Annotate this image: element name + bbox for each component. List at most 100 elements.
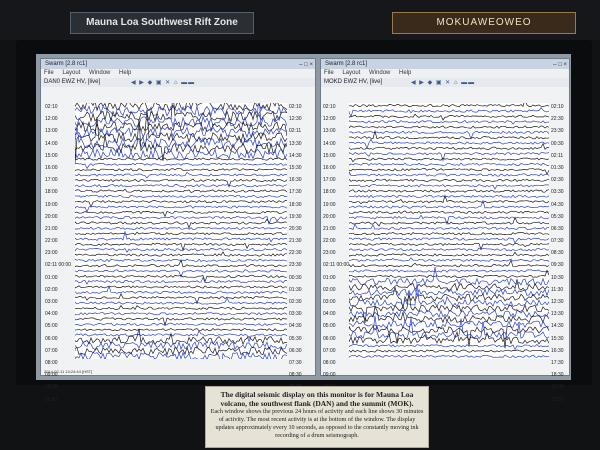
time-tick-label: 17:30 [551,359,564,366]
time-tick-label: 16:00 [45,164,58,171]
time-tick-label: 07:30 [551,238,564,245]
window-controls[interactable]: – □ × [553,60,567,70]
time-tick-label: 18:30 [289,201,302,208]
window-maximize-icon[interactable]: □ [304,62,308,68]
window-titlebar[interactable]: Swarm [2.8 rc1] – □ × [321,59,569,69]
window-title: Swarm [2.8 rc1] [325,61,368,67]
seismic-trace-line [75,103,287,128]
channel-toolbar: DAN0 EWZ HV, [live] ◀ ▶ ◆ ▣ ✕ ⌂ ▬▬ [41,78,315,87]
toolbar-tools-icon[interactable]: ◀ ▶ ◆ ▣ ✕ ⌂ ▬▬ [411,79,475,88]
menu-file[interactable]: File [324,70,334,76]
time-tick-label: 14:30 [551,323,564,330]
toolbar-tools-icon[interactable]: ◀ ▶ ◆ ▣ ✕ ⌂ ▬▬ [131,79,195,88]
time-tick-label: 06:30 [551,225,564,232]
seismic-trace-line [75,162,287,170]
time-tick-label: 12:00 [323,116,336,123]
seismic-trace-line [349,194,549,205]
time-tick-label: 08:00 [45,359,58,366]
seismic-trace-line [75,184,287,188]
seismic-trace-line [349,222,549,230]
seismic-trace-line [75,317,287,327]
time-tick-label: 02:10 [323,104,336,110]
time-tick-label: 14:00 [323,140,336,147]
time-tick-label: 10:30 [551,274,564,281]
time-tick-label: 13:00 [45,128,58,135]
time-tick-label: 15:00 [45,152,58,159]
seismic-trace-line [349,189,549,193]
time-tick-label: 15:30 [289,164,302,171]
time-tick-label: 22:30 [551,116,564,123]
seismic-trace-line [75,194,287,198]
seismic-trace-line [75,168,287,172]
seismic-trace-line [75,285,287,289]
menu-window[interactable]: Window [369,70,390,76]
seismic-trace-line [349,305,549,324]
time-tick-label: 20:30 [551,396,564,403]
swarm-window-dan[interactable]: Swarm [2.8 rc1] – □ × File Layout Window… [40,58,316,403]
time-tick-label: 21:30 [289,238,302,245]
time-tick-label: 13:00 [323,128,336,135]
seismic-trace-line [349,210,549,214]
window-close-icon[interactable]: × [563,62,567,68]
time-tick-label: 18:00 [323,189,336,196]
window-minimize-icon[interactable]: – [553,62,556,68]
time-axis-left: 02:10 12:00 13:00 14:00 15:00 16:00 17:00 18:00… [323,101,349,406]
seismic-trace-line [75,157,287,161]
seismic-trace-line [75,242,287,252]
swarm-window-mok[interactable]: Swarm [2.8 rc1] – □ × File Layout Window… [320,58,570,403]
seismic-trace-line [75,231,287,236]
seismic-trace-line [75,230,287,243]
channel-toolbar: MOKD EWZ HV, [live] ◀ ▶ ◆ ▣ ✕ ⌂ ▬▬ [321,78,569,87]
time-tick-label: 19:30 [289,213,302,220]
seismic-trace-line [349,237,549,244]
menu-file[interactable]: File [44,70,54,76]
time-tick-label: 12:30 [289,116,302,123]
seismic-trace-line [349,354,549,358]
window-controls[interactable]: – □ × [299,60,313,70]
time-tick-label: 09:30 [551,262,564,269]
menu-window[interactable]: Window [89,70,110,76]
time-axis-right: 02:10 22:30 23:30 00:30 02:11 01:30 02:30 03:30… [551,101,564,406]
window-titlebar[interactable]: Swarm [2.8 rc1] – □ × [41,59,315,69]
seismic-trace-line [75,188,287,194]
time-tick-label: 15:00 [323,152,336,159]
time-tick-label: 06:00 [45,335,58,342]
seismic-trace-line [75,251,287,257]
menu-bar: File Layout Window Help [41,69,315,78]
window-maximize-icon[interactable]: □ [558,62,562,68]
time-tick-label: 03:00 [323,299,336,305]
time-tick-label: 14:30 [289,152,302,159]
menu-help[interactable]: Help [399,70,411,76]
window-close-icon[interactable]: × [309,62,313,68]
time-tick-label: 18:30 [551,372,564,379]
menu-layout[interactable]: Layout [62,70,80,76]
seismic-trace-line [349,171,549,177]
time-tick-label: 05:30 [551,213,564,220]
menu-help[interactable]: Help [119,70,131,76]
caption-body: Each window shows the previous 24 hours … [210,408,424,439]
menu-bar: File Layout Window Help [321,69,569,78]
time-tick-label: 02:11 00:00 [323,262,350,269]
time-tick-label: 23:30 [289,262,302,269]
time-tick-label: 02:11 [289,128,302,135]
menu-layout[interactable]: Layout [342,70,360,76]
seismic-trace-line [349,178,549,183]
channel-label: DAN0 EWZ HV, [live] [44,79,101,85]
seismic-trace-line [75,322,287,326]
seismic-trace-line [75,205,287,213]
window-minimize-icon[interactable]: – [299,62,302,68]
time-axis-right: 02:10 12:30 02:11 13:30 14:30 15:30 16:30 17:30… [289,101,302,406]
seismic-trace-line [349,242,549,251]
seismic-trace-line [349,269,549,273]
seismic-trace-line [349,120,549,125]
time-tick-label: 02:00 [45,286,58,293]
time-tick-label: 23:30 [551,128,564,135]
seismic-trace-line [349,125,549,129]
exhibit-caption: The digital seismic display on this moni… [205,386,429,448]
time-tick-label: 06:30 [289,347,302,354]
time-tick-label: 22:00 [323,238,336,245]
time-tick-label: 21:00 [323,225,336,232]
helicorder-plot-dan [75,103,287,359]
time-tick-label: 22:30 [289,250,302,257]
seismic-trace-line [349,162,549,166]
